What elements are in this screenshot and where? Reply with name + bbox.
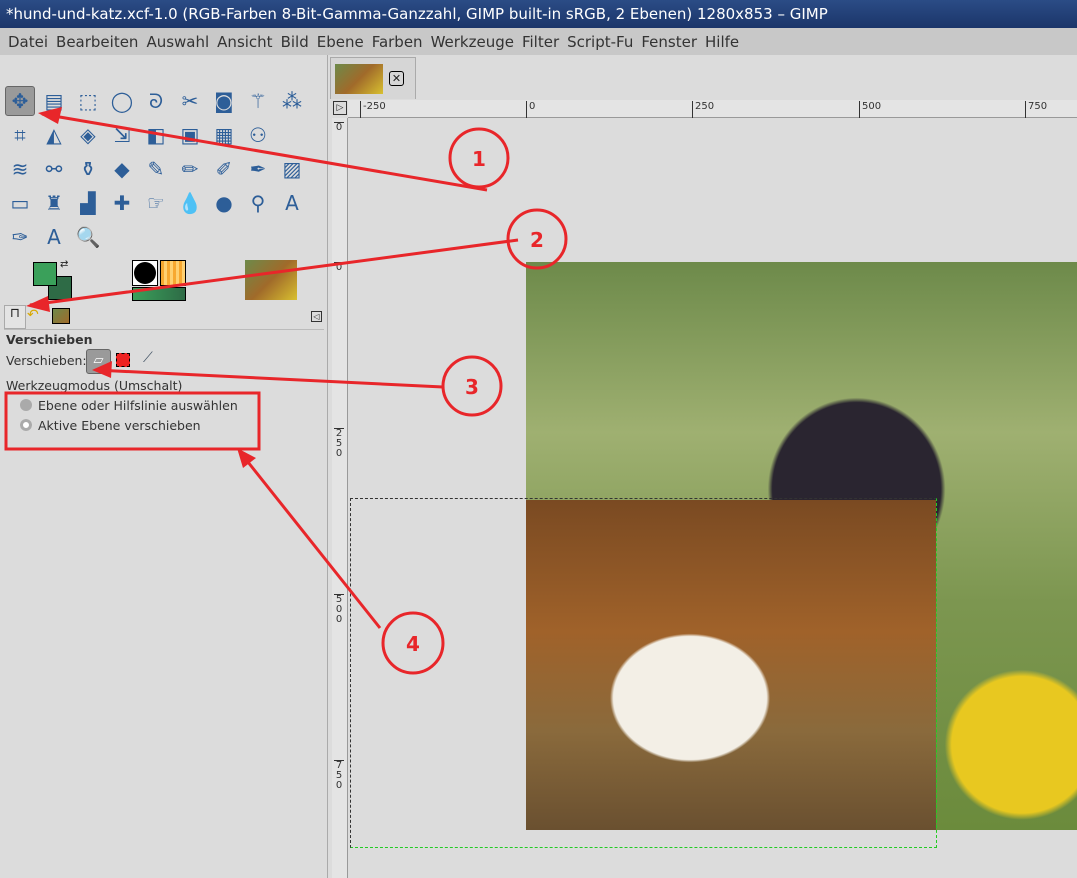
- move-layer-button[interactable]: ▱: [86, 349, 111, 374]
- pattern-preview[interactable]: [160, 260, 186, 286]
- swap-colors-icon[interactable]: ⇄: [60, 259, 68, 270]
- tab-images[interactable]: [52, 308, 70, 324]
- layer-boundary: [350, 498, 937, 848]
- tool-button-3-3[interactable]: ✚: [107, 188, 137, 218]
- gradient-preview[interactable]: [132, 287, 186, 301]
- radio-pick-layer[interactable]: Ebene oder Hilfslinie auswählen: [4, 398, 238, 413]
- tab-undo-history[interactable]: ↶: [27, 307, 39, 323]
- tool-button-0-5[interactable]: ✂: [175, 86, 205, 116]
- radio-icon[interactable]: [20, 399, 32, 411]
- menu-ebene[interactable]: Ebene: [313, 33, 368, 51]
- tool-button-0-8[interactable]: ⁂: [277, 86, 307, 116]
- tool-button-0-6[interactable]: ◙: [209, 86, 239, 116]
- ruler-label: 500: [334, 594, 344, 625]
- tool-button-4-0[interactable]: ✑: [5, 222, 35, 252]
- image-thumbnail: [335, 64, 383, 94]
- tool-button-2-0[interactable]: ≋: [5, 154, 35, 184]
- tool-button-1-8[interactable]: [277, 120, 307, 150]
- tool-button-1-5[interactable]: ▣: [175, 120, 205, 150]
- tool-button-2-3[interactable]: ◆: [107, 154, 137, 184]
- tool-button-1-2[interactable]: ◈: [73, 120, 103, 150]
- menu-werkzeuge[interactable]: Werkzeuge: [427, 33, 518, 51]
- ruler-label: 750: [1025, 101, 1047, 118]
- tool-button-3-0[interactable]: ▭: [5, 188, 35, 218]
- tool-button-2-8[interactable]: ▨: [277, 154, 307, 184]
- foreground-color[interactable]: [33, 262, 57, 286]
- close-tab-icon[interactable]: ✕: [389, 71, 404, 86]
- tab-tool-options[interactable]: ⊓: [4, 305, 26, 329]
- tool-button-3-1[interactable]: ♜: [39, 188, 69, 218]
- ruler-label: 0: [334, 262, 344, 273]
- ruler-label: 0: [334, 122, 344, 133]
- menu-auswahl[interactable]: Auswahl: [142, 33, 213, 51]
- tool-button-0-7[interactable]: ⚚: [243, 86, 273, 116]
- menu-filter[interactable]: Filter: [518, 33, 563, 51]
- tool-button-1-1[interactable]: ◭: [39, 120, 69, 150]
- tool-button-3-7[interactable]: ⚲: [243, 188, 273, 218]
- horizontal-ruler: -250 0 250 500 750: [348, 100, 1077, 118]
- menu-ansicht[interactable]: Ansicht: [213, 33, 276, 51]
- tool-button-1-3[interactable]: ⇲: [107, 120, 137, 150]
- tool-button-1-4[interactable]: ◧: [141, 120, 171, 150]
- tool-button-3-2[interactable]: ▟: [73, 188, 103, 218]
- tool-button-4-2[interactable]: 🔍: [73, 222, 103, 252]
- tool-mode-label: Werkzeugmodus (Umschalt): [6, 378, 183, 393]
- ruler-label: 0: [526, 101, 535, 118]
- menu-bearbeiten[interactable]: Bearbeiten: [52, 33, 142, 51]
- vertical-ruler: 0 0 250 500 750: [332, 118, 348, 878]
- ruler-label: -250: [360, 101, 386, 118]
- move-label: Verschieben:: [6, 353, 87, 368]
- tool-button-3-8[interactable]: A: [277, 188, 307, 218]
- image-window: ✕ ▷ -250 0 250 500 750 0 0 250 500 750: [330, 55, 1077, 878]
- ruler-label: 750: [334, 760, 344, 791]
- tool-button-2-6[interactable]: ✐: [209, 154, 239, 184]
- radio-move-active-layer[interactable]: Aktive Ebene verschieben: [4, 418, 201, 433]
- menu-bar: Datei Bearbeiten Auswahl Ansicht Bild Eb…: [0, 28, 1077, 55]
- tool-button-0-4[interactable]: ᘐ: [141, 86, 171, 116]
- tool-button-3-5[interactable]: 💧: [175, 188, 205, 218]
- tool-button-2-5[interactable]: ✏: [175, 154, 205, 184]
- image-preview[interactable]: [245, 260, 297, 300]
- tool-button-0-3[interactable]: ◯: [107, 86, 137, 116]
- menu-datei[interactable]: Datei: [4, 33, 52, 51]
- tool-options-title: Verschieben: [6, 332, 93, 347]
- radio-selected-icon[interactable]: [20, 419, 32, 431]
- tool-button-0-1[interactable]: ▤: [39, 86, 69, 116]
- brush-preview[interactable]: [132, 260, 158, 286]
- tool-button-3-6[interactable]: ●: [209, 188, 239, 218]
- tool-button-0-2[interactable]: ⬚: [73, 86, 103, 116]
- tool-button-2-2[interactable]: ⚱: [73, 154, 103, 184]
- tool-button-1-0[interactable]: ⌗: [5, 120, 35, 150]
- tool-button-4-1[interactable]: A: [39, 222, 69, 252]
- tool-button-0-0[interactable]: ✥: [5, 86, 35, 116]
- tool-button-2-1[interactable]: ⚯: [39, 154, 69, 184]
- quickmask-toggle[interactable]: ▷: [333, 101, 347, 115]
- ruler-label: 500: [859, 101, 881, 118]
- tool-button-1-6[interactable]: ▦: [209, 120, 239, 150]
- move-path-button[interactable]: ⟋: [143, 350, 153, 366]
- move-selection-button[interactable]: [116, 353, 130, 367]
- menu-hilfe[interactable]: Hilfe: [701, 33, 743, 51]
- window-title: *hund-und-katz.xcf-1.0 (RGB-Farben 8-Bit…: [0, 0, 1077, 28]
- image-tab[interactable]: ✕: [330, 57, 416, 99]
- menu-bild[interactable]: Bild: [277, 33, 313, 51]
- menu-script-fu[interactable]: Script-Fu: [563, 33, 637, 51]
- tool-button-2-7[interactable]: ✒: [243, 154, 273, 184]
- toolbox: ✥ ▤ ⬚ ◯ ᘐ ✂ ◙ ⚚ ⁂ ⌗ ◭ ◈ ⇲ ◧ ▣ ▦ ⚇ ≋ ⚯ ⚱ ◆ ✎ ✏ ✐ ✒ ▨ ▭ ♜ ▟ ✚ ☞ 💧 ● ⚲ A ✑ A 🔍 ⇄…: [0, 55, 328, 878]
- ruler-label: 250: [334, 428, 344, 459]
- configure-tab-icon[interactable]: ◁: [311, 311, 322, 322]
- tool-button-2-4[interactable]: ✎: [141, 154, 171, 184]
- menu-farben[interactable]: Farben: [368, 33, 427, 51]
- ruler-label: 250: [692, 101, 714, 118]
- tool-button-1-7[interactable]: ⚇: [243, 120, 273, 150]
- menu-fenster[interactable]: Fenster: [637, 33, 701, 51]
- tool-button-3-4[interactable]: ☞: [141, 188, 171, 218]
